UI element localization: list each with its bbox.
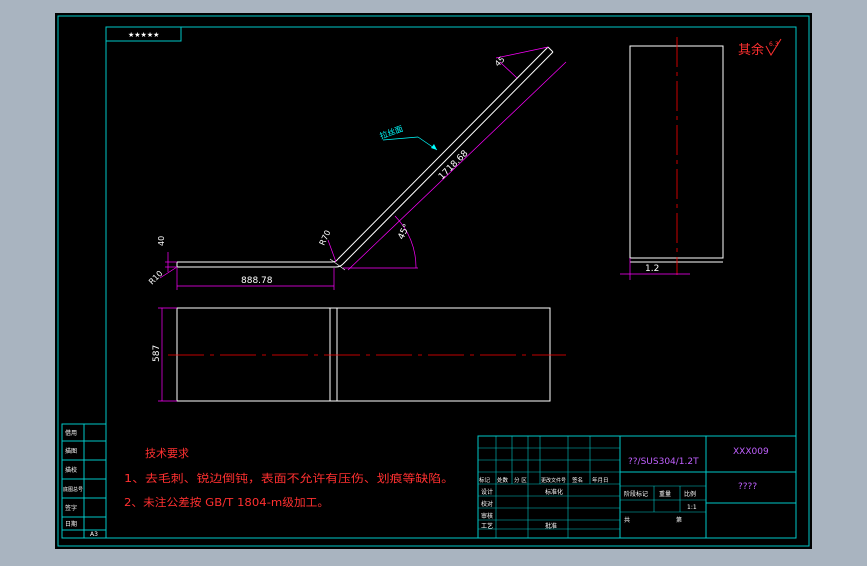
notes-title: 技术要求 (145, 447, 189, 460)
tb-sheets: 共 (624, 516, 630, 524)
tb-approve: 批准 (545, 522, 557, 530)
notes-line-1: 1、去毛刺、锐边倒钝，表面不允许有压伤、划痕等缺陷。 (124, 471, 454, 485)
drawing-canvas[interactable]: ★★★★★ 其余 6.3 888.78 40 R10 R70 45° 1718.… (0, 0, 867, 562)
tb-weight: 重量 (659, 490, 671, 498)
stamp-text: ★★★★★ (128, 31, 159, 39)
cad-viewport[interactable]: ★★★★★ 其余 6.3 888.78 40 R10 R70 45° 1718.… (0, 0, 867, 562)
side-row-4: 底图总号 (63, 486, 83, 493)
side-row-3: 描校 (65, 466, 77, 474)
dim-flat-length-text: 888.78 (241, 276, 273, 286)
tb-zone: 分 区 (514, 476, 527, 484)
tb-review: 审核 (481, 512, 493, 520)
roughness-value: 6.3 (769, 41, 779, 48)
side-row-1: 借用 (65, 429, 77, 437)
material-text: ??/SUS304/1.2T (628, 457, 699, 467)
side-row-6: 日期 (65, 520, 77, 528)
tb-stage: 阶段标记 (624, 490, 648, 498)
tb-count: 处数 (497, 476, 509, 484)
part-name: ???? (738, 482, 757, 492)
tb-date: 年月日 (592, 476, 609, 484)
tb-change: 更改文件号 (541, 477, 566, 484)
dim-side-thickness-text: 1.2 (645, 264, 659, 274)
drawing-sheet (55, 13, 812, 549)
tb-scale-value: 1:1 (687, 504, 697, 511)
notes-line-2: 2、未注公差按 GB/T 1804-m级加工。 (124, 495, 329, 509)
tb-sheet: 第 (676, 516, 682, 524)
tb-sign: 签名 (572, 476, 583, 484)
drawing-number: XXX009 (733, 447, 769, 457)
sheet-size: A3 (90, 531, 98, 538)
dim-thickness-text: 40 (157, 236, 166, 246)
tb-standardize: 标准化 (545, 488, 563, 496)
tb-process: 工艺 (481, 522, 493, 530)
side-row-2: 描图 (65, 447, 77, 455)
tb-check: 校对 (481, 500, 493, 508)
roughness-text: 其余 (738, 42, 764, 58)
tb-scale: 比例 (684, 490, 696, 498)
dim-plate-height-text: 587 (152, 345, 162, 362)
side-row-5: 签字 (65, 504, 77, 512)
tb-design: 设计 (481, 488, 493, 496)
tb-mark: 标记 (479, 476, 491, 484)
